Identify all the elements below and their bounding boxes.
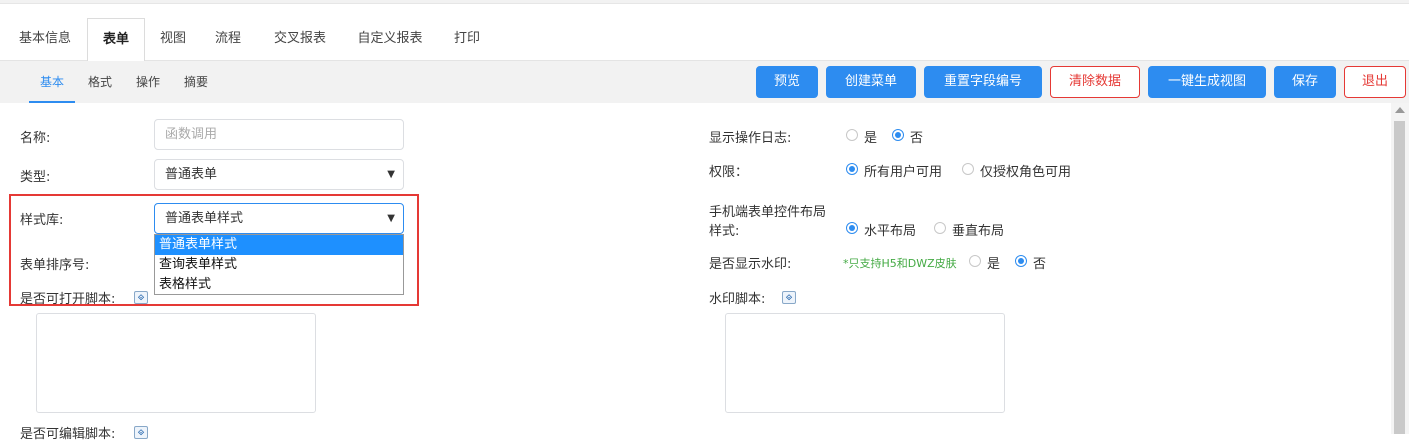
- open-script-textarea[interactable]: [36, 313, 316, 413]
- mobile-layout-label-2: 样式:: [709, 224, 740, 239]
- clear-data-button[interactable]: 清除数据: [1050, 66, 1140, 98]
- type-select-value: 普通表单: [165, 167, 218, 182]
- tab-basic-info[interactable]: 基本信息: [10, 18, 80, 61]
- watermark-note: *只支持H5和DWZ皮肤: [843, 257, 957, 270]
- preview-button[interactable]: 预览: [756, 66, 818, 98]
- tab-print[interactable]: 打印: [446, 18, 488, 61]
- watermark-script-label: 水印脚本:: [709, 292, 766, 307]
- script-editor-icon[interactable]: ⟐: [782, 291, 796, 304]
- tab-workflow[interactable]: 流程: [207, 18, 249, 61]
- layout-vertical-radio[interactable]: [934, 222, 946, 234]
- permission-label: 权限：: [709, 165, 749, 180]
- watermark-yes-text: 是: [987, 257, 1001, 272]
- permission-role-text: 仅授权角色可用: [980, 165, 1072, 180]
- layout-horizontal-text: 水平布局: [864, 224, 917, 239]
- exit-button[interactable]: 退出: [1344, 66, 1406, 98]
- sub-toolbar: 基本 格式 操作 摘要 预览 创建菜单 重置字段编号 清除数据 一键生成视图 保…: [0, 61, 1409, 103]
- show-log-yes-text: 是: [864, 131, 878, 146]
- layout-vertical-text: 垂直布局: [952, 224, 1005, 239]
- vertical-scrollbar[interactable]: [1391, 103, 1409, 434]
- layout-horizontal-radio[interactable]: [846, 222, 858, 234]
- highlight-box: [9, 194, 419, 306]
- reset-field-numbers-button[interactable]: 重置字段编号: [924, 66, 1042, 98]
- chevron-down-icon: ▼: [387, 169, 395, 180]
- subtab-operation[interactable]: 操作: [130, 61, 166, 103]
- subtab-summary[interactable]: 摘要: [178, 61, 214, 103]
- mobile-layout-label: 手机端表单控件布局: [709, 205, 827, 220]
- show-log-no-text: 否: [910, 131, 924, 146]
- create-menu-button[interactable]: 创建菜单: [826, 66, 916, 98]
- tab-custom-report[interactable]: 自定义报表: [350, 18, 430, 61]
- name-input[interactable]: 函数调用: [154, 119, 404, 150]
- watermark-no-text: 否: [1033, 257, 1047, 272]
- main-tabs: 基本信息 表单 视图 流程 交叉报表 自定义报表 打印: [0, 18, 1409, 62]
- watermark-no-radio[interactable]: [1015, 255, 1027, 267]
- show-log-label: 显示操作日志:: [709, 131, 792, 146]
- scroll-thumb[interactable]: [1394, 121, 1405, 434]
- permission-all-radio[interactable]: [846, 163, 858, 175]
- type-label: 类型:: [20, 170, 51, 185]
- script-editor-icon[interactable]: ⟐: [134, 426, 148, 439]
- top-edge: [0, 0, 1409, 4]
- permission-all-text: 所有用户可用: [864, 165, 943, 180]
- permission-role-radio[interactable]: [962, 163, 974, 175]
- watermark-label: 是否显示水印:: [709, 257, 792, 272]
- scroll-up-icon[interactable]: [1395, 107, 1405, 113]
- show-log-yes-radio[interactable]: [846, 129, 858, 141]
- tab-form[interactable]: 表单: [87, 18, 145, 62]
- tab-view[interactable]: 视图: [152, 18, 194, 61]
- show-log-no-radio[interactable]: [892, 129, 904, 141]
- watermark-yes-radio[interactable]: [969, 255, 981, 267]
- subtab-format[interactable]: 格式: [82, 61, 118, 103]
- type-select[interactable]: 普通表单 ▼: [154, 159, 404, 190]
- watermark-script-textarea[interactable]: [725, 313, 1005, 413]
- edit-script-label: 是否可编辑脚本:: [20, 427, 116, 442]
- tab-cross-report[interactable]: 交叉报表: [265, 18, 335, 61]
- name-label: 名称:: [20, 131, 51, 146]
- save-button[interactable]: 保存: [1274, 66, 1336, 98]
- generate-view-button[interactable]: 一键生成视图: [1148, 66, 1266, 98]
- subtab-basic[interactable]: 基本: [29, 61, 75, 103]
